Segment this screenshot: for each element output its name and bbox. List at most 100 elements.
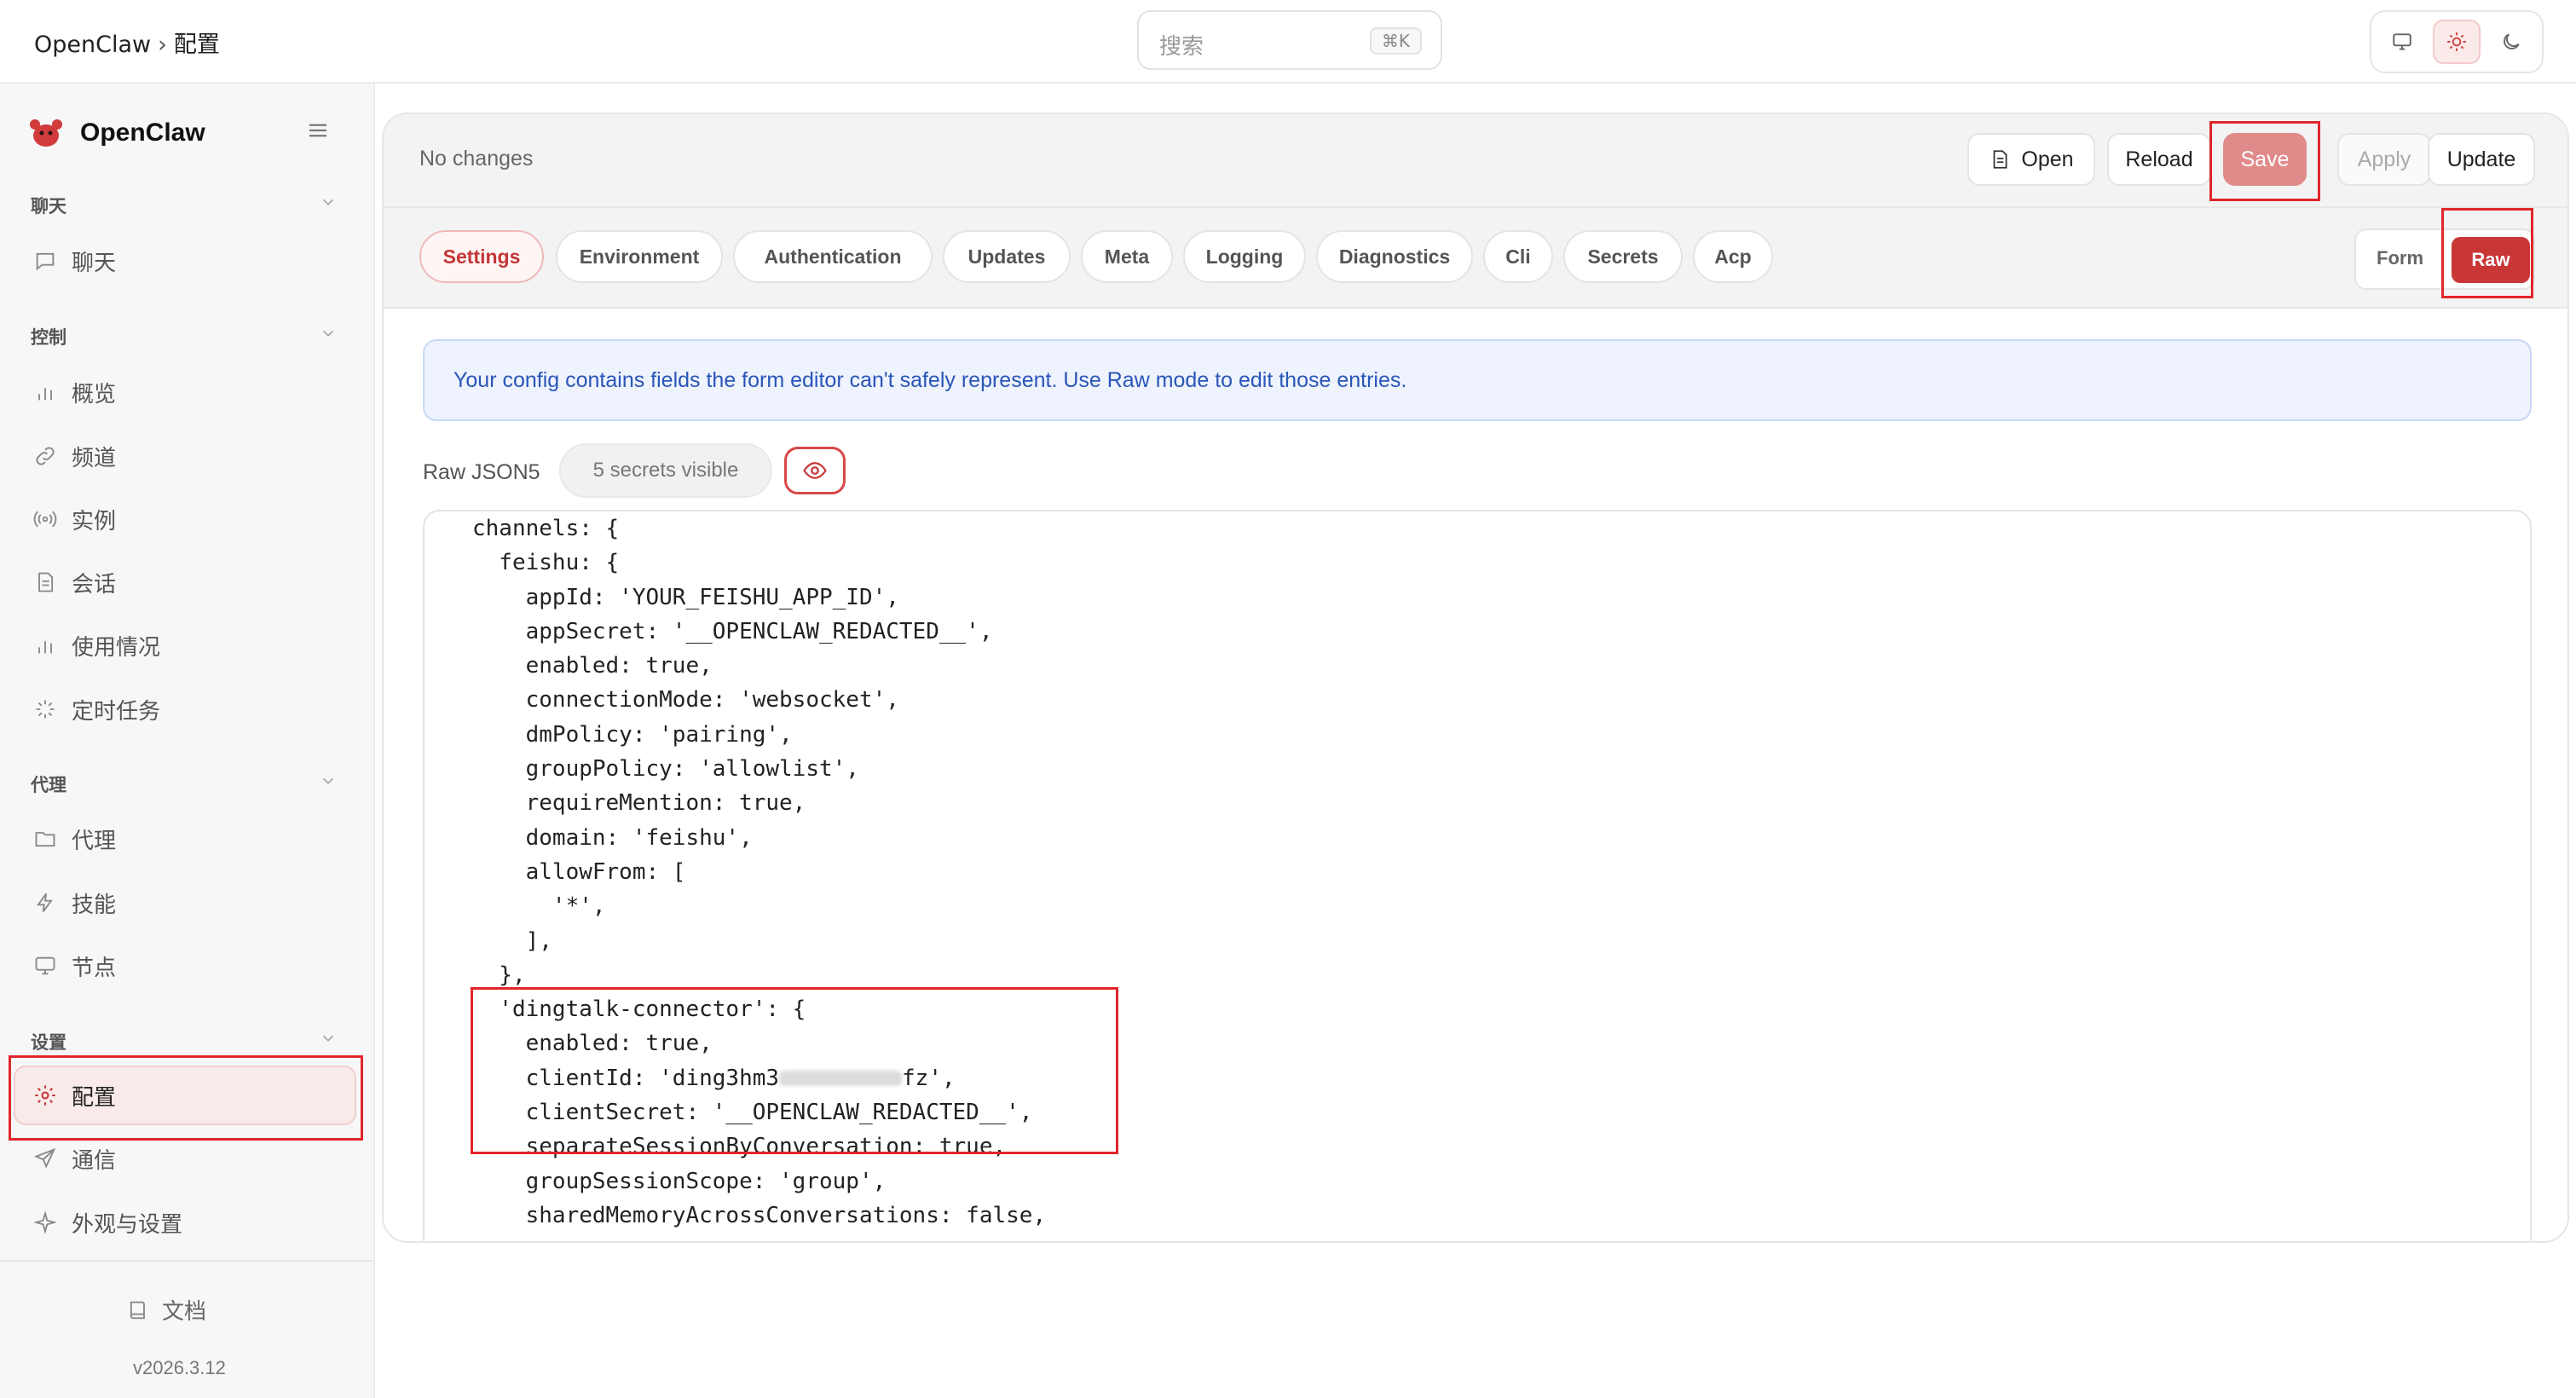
- tab-acp[interactable]: Acp: [1693, 230, 1773, 283]
- sidebar-item-instances[interactable]: 实例: [31, 495, 116, 543]
- loader-icon: [36, 700, 55, 719]
- code-line: '*',: [472, 893, 606, 920]
- code-line: connectionMode: 'websocket',: [472, 687, 899, 713]
- breadcrumb-separator: ›: [158, 32, 167, 58]
- tab-logging[interactable]: Logging: [1183, 230, 1306, 283]
- code-line: enabled: true,: [472, 653, 713, 679]
- sparkle-icon: [33, 1210, 57, 1234]
- sidebar-group-settings[interactable]: 设置: [31, 1029, 66, 1054]
- menu-icon: [309, 124, 326, 137]
- sidebar-footer: 文档 v2026.3.12: [0, 1260, 375, 1378]
- change-status: No changes: [419, 147, 534, 170]
- tab-diagnostics[interactable]: Diagnostics: [1316, 230, 1473, 283]
- update-button[interactable]: Update: [2428, 133, 2535, 186]
- sidebar-group-agents[interactable]: 代理: [31, 771, 66, 797]
- brand-name: OpenClaw: [80, 118, 205, 147]
- sidebar-item-skills[interactable]: 技能: [31, 879, 116, 927]
- code-line: channels: {: [472, 516, 620, 541]
- sidebar-item-label: 使用情况: [72, 634, 161, 661]
- raw-json-editor[interactable]: channels: { feishu: { appId: 'YOUR_FEISH…: [423, 510, 2532, 1241]
- client-id-suffix: fz',: [902, 1065, 956, 1091]
- folder-icon: [35, 832, 55, 847]
- chat-bubble-icon: [36, 252, 55, 271]
- document-icon: [38, 572, 54, 592]
- save-label: Save: [2240, 147, 2290, 171]
- form-mode-button[interactable]: Form: [2377, 247, 2423, 269]
- sidebar-group-chat[interactable]: 聊天: [31, 193, 66, 218]
- code-line: appId: 'YOUR_FEISHU_APP_ID',: [472, 584, 899, 610]
- sidebar-item-channels[interactable]: 频道: [31, 432, 116, 480]
- collapse-sidebar-button[interactable]: [305, 118, 331, 147]
- code-line: 'dingtalk-connector': {: [472, 997, 806, 1023]
- sidebar-item-chat[interactable]: 聊天: [31, 237, 116, 285]
- code-line: feishu: {: [472, 550, 620, 576]
- code-line: allowFrom: [: [472, 858, 686, 885]
- tab-secrets[interactable]: Secrets: [1563, 230, 1683, 283]
- reload-button[interactable]: Reload: [2107, 133, 2211, 186]
- update-label: Update: [2446, 147, 2516, 171]
- system-theme-button[interactable]: [2378, 20, 2426, 64]
- brand[interactable]: OpenClaw: [27, 114, 205, 152]
- monitor-icon: [35, 956, 55, 975]
- sidebar-item-label: 定时任务: [72, 698, 161, 725]
- sidebar-item-label: 代理: [72, 828, 117, 854]
- info-banner: Your config contains fields the form edi…: [423, 339, 2532, 421]
- tab-authentication[interactable]: Authentication: [733, 230, 933, 283]
- sidebar-item-sessions[interactable]: 会话: [31, 558, 116, 606]
- sidebar-item-label: 配置: [72, 1084, 117, 1111]
- breadcrumb: OpenClaw › 配置: [34, 26, 220, 59]
- sun-icon: [2447, 32, 2466, 51]
- sidebar-item-usage[interactable]: 使用情况: [31, 621, 160, 669]
- tab-meta[interactable]: Meta: [1081, 230, 1173, 283]
- tab-updates[interactable]: Updates: [943, 230, 1071, 283]
- monitor-icon: [2393, 33, 2411, 50]
- chevron-down-icon[interactable]: [319, 1029, 338, 1048]
- raw-editor-label: Raw JSON5: [423, 460, 540, 484]
- raw-mode-button[interactable]: Raw: [2452, 237, 2530, 283]
- sidebar: OpenClaw 聊天 聊天 控制 概览 频道 实例 会话 使用情况 定时任务 …: [0, 84, 375, 1398]
- light-theme-button[interactable]: [2433, 20, 2481, 64]
- config-panel: No changes Open Reload Save Apply Update…: [382, 113, 2569, 1243]
- banner-text: Your config contains fields the form edi…: [453, 368, 1407, 392]
- code-line: groupSessionScope: 'group',: [472, 1168, 887, 1194]
- sidebar-item-communication[interactable]: 通信: [31, 1135, 116, 1182]
- chevron-down-icon[interactable]: [319, 193, 338, 211]
- tab-settings[interactable]: Settings: [419, 230, 544, 283]
- toggle-secrets-button[interactable]: [784, 447, 846, 494]
- code-line: groupPolicy: 'allowlist',: [472, 756, 859, 783]
- sidebar-group-control[interactable]: 控制: [31, 324, 66, 350]
- redacted-blur: [779, 1071, 903, 1087]
- code-line: requireMention: true,: [472, 790, 806, 817]
- code-line: clientSecret: '__OPENCLAW_REDACTED__',: [472, 1100, 1033, 1126]
- search-input[interactable]: 搜索 ⌘K: [1137, 10, 1442, 70]
- sidebar-item-appearance[interactable]: 外观与设置: [31, 1199, 182, 1246]
- breadcrumb-root[interactable]: OpenClaw: [34, 32, 151, 58]
- lightning-icon: [37, 893, 53, 913]
- chevron-down-icon[interactable]: [319, 324, 338, 343]
- sidebar-item-nodes[interactable]: 节点: [31, 942, 116, 990]
- chevron-down-icon[interactable]: [319, 771, 338, 790]
- secrets-count-badge: 5 secrets visible: [559, 443, 772, 498]
- sidebar-item-overview[interactable]: 概览: [31, 368, 116, 416]
- sidebar-item-config[interactable]: 配置: [31, 1072, 116, 1119]
- code-line: appSecret: '__OPENCLAW_REDACTED__',: [472, 618, 993, 644]
- code-line: enabled: true,: [472, 1031, 713, 1057]
- sidebar-item-agents[interactable]: 代理: [31, 815, 116, 863]
- docs-label: 文档: [162, 1299, 207, 1325]
- code-line: ],: [472, 927, 552, 954]
- tab-cli[interactable]: Cli: [1483, 230, 1553, 283]
- bar-chart-icon: [38, 388, 52, 401]
- link-icon: [36, 447, 55, 465]
- code-line: sharedMemoryAcrossConversations: false,: [472, 1202, 1047, 1228]
- tab-environment[interactable]: Environment: [556, 230, 723, 283]
- open-button[interactable]: Open: [1967, 133, 2095, 186]
- apply-button[interactable]: Apply: [2337, 133, 2431, 186]
- dark-theme-button[interactable]: [2487, 20, 2535, 64]
- sidebar-item-label: 会话: [72, 571, 117, 598]
- sidebar-item-label: 通信: [72, 1147, 117, 1174]
- sidebar-item-scheduled-tasks[interactable]: 定时任务: [31, 685, 160, 733]
- lobster-logo-icon: [30, 119, 62, 147]
- save-button[interactable]: Save: [2223, 133, 2307, 186]
- open-label: Open: [2021, 147, 2074, 171]
- docs-link[interactable]: 文档: [126, 1294, 206, 1326]
